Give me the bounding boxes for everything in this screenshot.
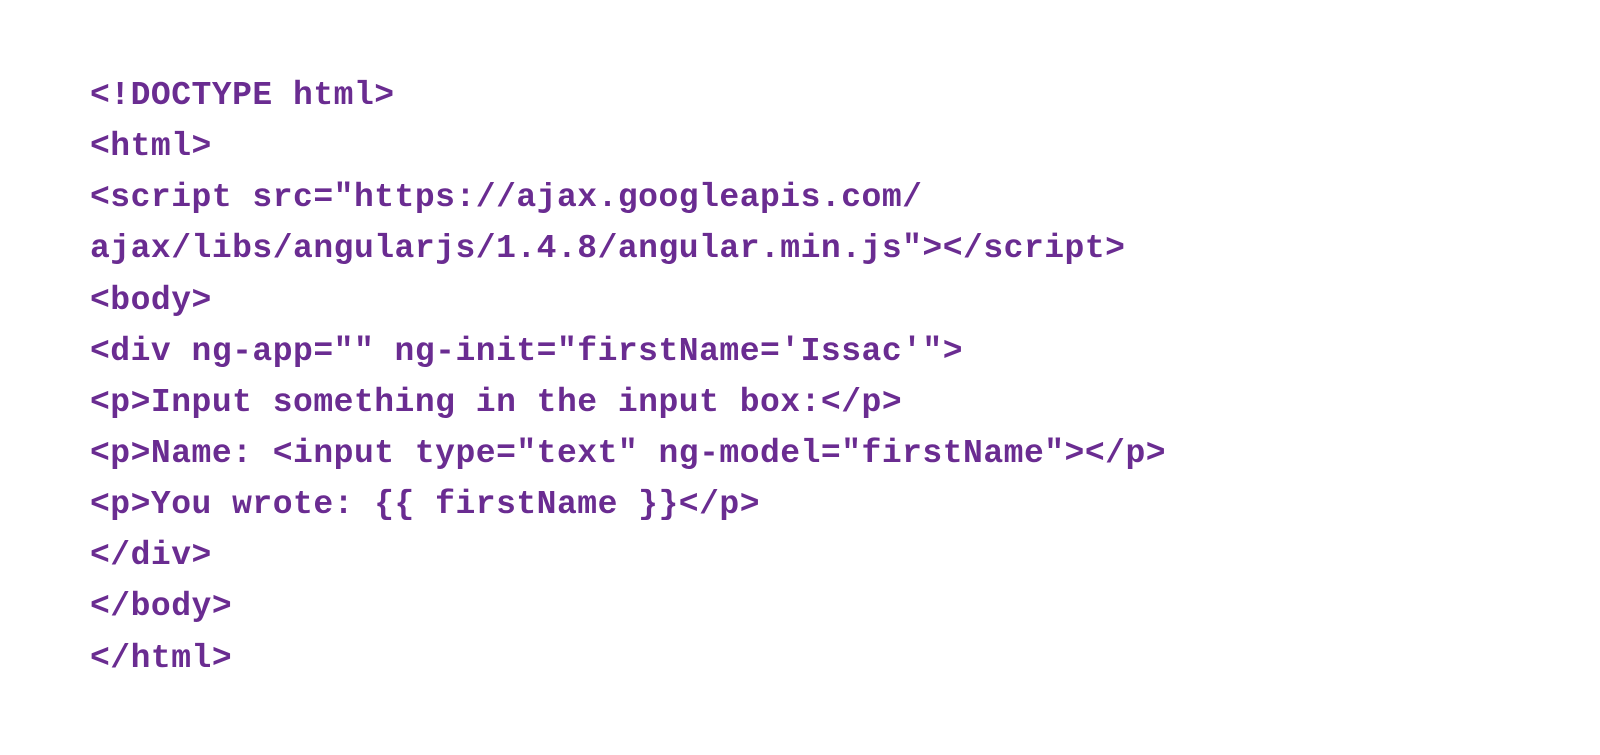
code-line: <body> — [90, 282, 212, 319]
code-block: <!DOCTYPE html> <html> <script src="http… — [0, 0, 1600, 684]
code-line: </body> — [90, 588, 232, 625]
code-snippet-page: <!DOCTYPE html> <html> <script src="http… — [0, 0, 1600, 755]
code-line: <script src="https://ajax.googleapis.com… — [90, 179, 922, 216]
code-line: <p>You wrote: {{ firstName }}</p> — [90, 486, 760, 523]
code-line: <p>Input something in the input box:</p> — [90, 384, 902, 421]
code-line: <html> — [90, 128, 212, 165]
code-line: <div ng-app="" ng-init="firstName='Issac… — [90, 333, 963, 370]
code-line: <p>Name: <input type="text" ng-model="fi… — [90, 435, 1166, 472]
code-line: <!DOCTYPE html> — [90, 77, 395, 114]
code-line: </div> — [90, 537, 212, 574]
code-line: </html> — [90, 640, 232, 677]
code-line: ajax/libs/angularjs/1.4.8/angular.min.js… — [90, 230, 1125, 267]
